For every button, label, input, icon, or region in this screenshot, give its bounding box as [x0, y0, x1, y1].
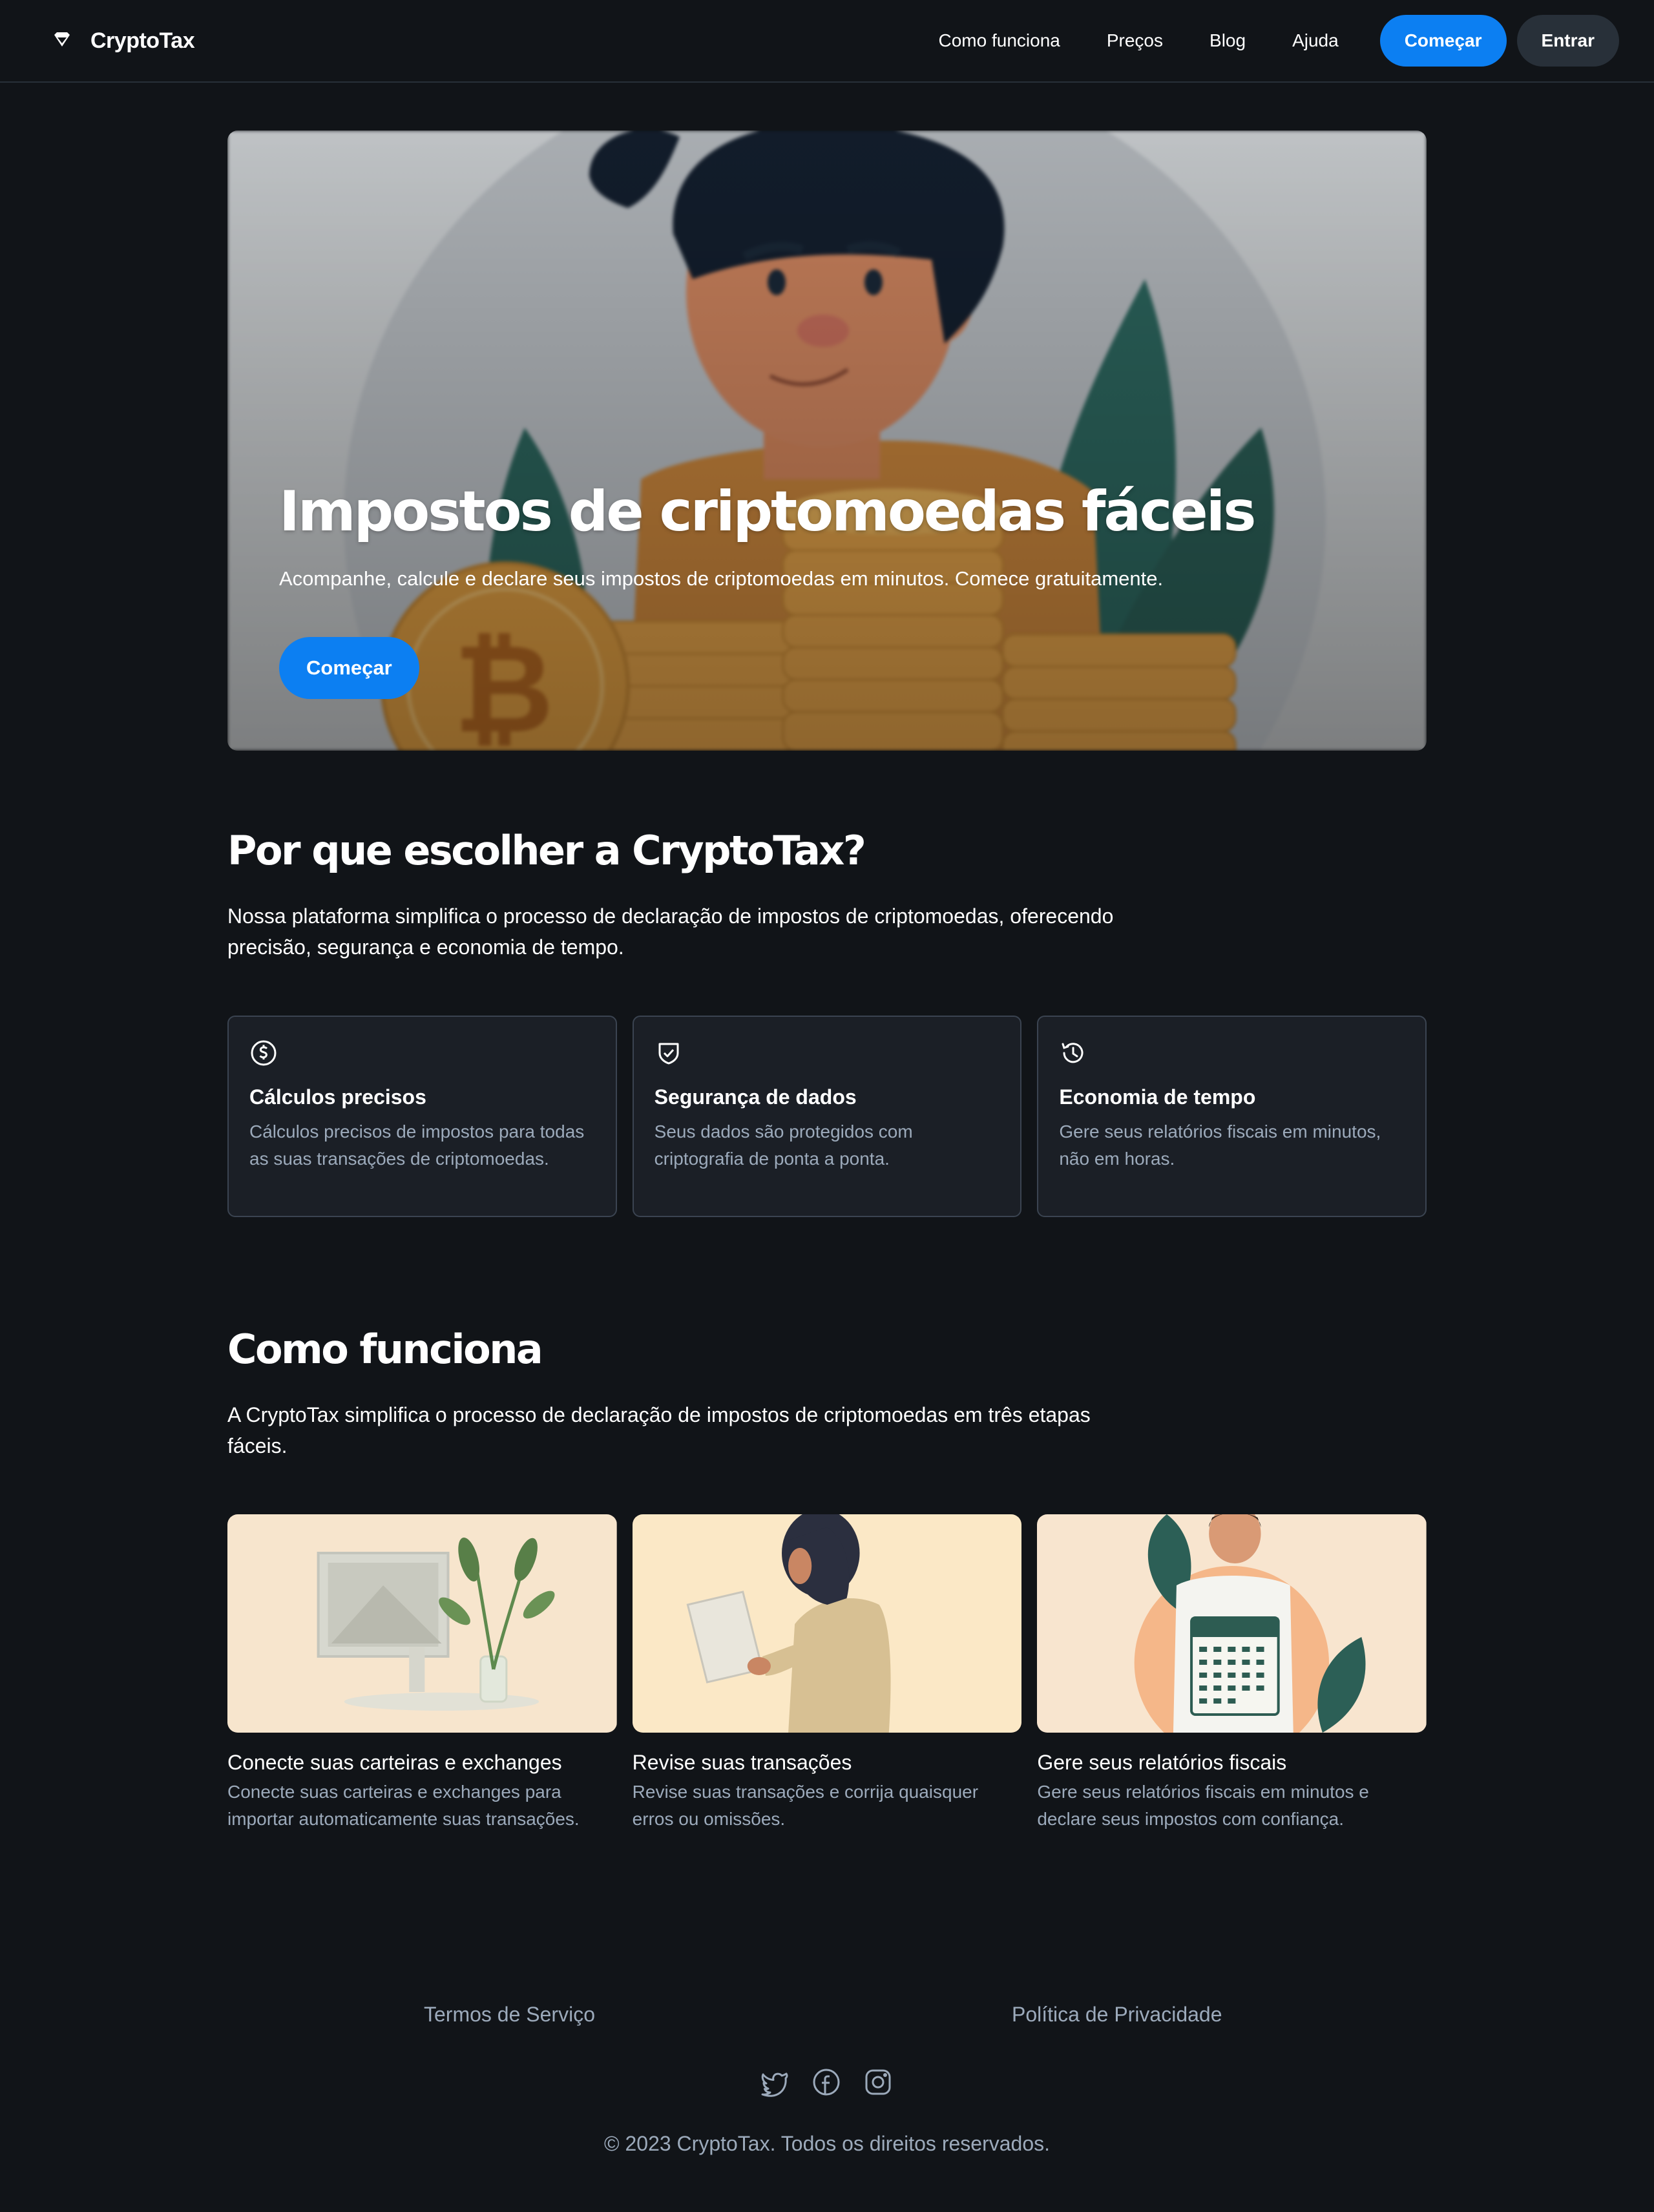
copyright: © 2023 CryptoTax. Todos os direitos rese… [604, 2132, 1050, 2155]
step-desc: Gere seus relatórios fiscais em minutos … [1037, 1782, 1369, 1829]
step-title: Revise suas transações [632, 1751, 852, 1774]
twitter-icon[interactable] [760, 2067, 790, 2097]
feature-cards: Cálculos precisos Cálculos precisos de i… [227, 1016, 1427, 1217]
hero-banner: ₿ Impostos de criptomoedas fáceis Acompa… [227, 130, 1427, 751]
diamond-logo-icon [52, 29, 72, 53]
nav-link-how-it-works[interactable]: Como funciona [939, 30, 1060, 51]
dollar-circle-icon [249, 1039, 278, 1067]
login-button[interactable]: Entrar [1516, 15, 1619, 67]
instagram-icon[interactable] [863, 2067, 893, 2097]
feature-title: Economia de tempo [1059, 1085, 1256, 1109]
computer-plant-illustration [227, 1514, 617, 1733]
top-nav-bar: CryptoTax Como funciona Preços Blog Ajud… [0, 0, 1654, 83]
how-section-text: A CryptoTax simplifica o processo de dec… [227, 1403, 1091, 1457]
nav-link-help[interactable]: Ajuda [1292, 30, 1339, 51]
shield-check-icon [654, 1039, 683, 1067]
feature-title: Cálculos precisos [249, 1085, 426, 1109]
feature-desc: Seus dados são protegidos com criptograf… [654, 1122, 913, 1169]
start-button[interactable]: Começar [1379, 15, 1507, 67]
step-generate: Gere seus relatórios fiscais Gere seus r… [1037, 1514, 1427, 1833]
step-desc: Revise suas transações e corrija quaisqu… [632, 1782, 979, 1829]
feature-card-time: Economia de tempo Gere seus relatórios f… [1037, 1016, 1427, 1217]
how-section-title: Como funciona [227, 1326, 543, 1373]
woman-reading-illustration [632, 1514, 1022, 1733]
main-nav: Como funciona Preços Blog Ajuda Começar … [939, 15, 1619, 67]
why-section-title: Por que escolher a CryptoTax? [227, 827, 866, 874]
feature-card-security: Segurança de dados Seus dados são proteg… [632, 1016, 1022, 1217]
step-title: Conecte suas carteiras e exchanges [227, 1751, 562, 1774]
brand[interactable]: CryptoTax [52, 28, 195, 54]
feature-title: Segurança de dados [654, 1085, 857, 1109]
step-desc: Conecte suas carteiras e exchanges para … [227, 1782, 580, 1829]
nav-link-pricing[interactable]: Preços [1107, 30, 1163, 51]
step-title: Gere seus relatórios fiscais [1037, 1751, 1287, 1774]
how-it-works-steps: Conecte suas carteiras e exchanges Conec… [227, 1514, 1427, 1833]
feature-desc: Cálculos precisos de impostos para todas… [249, 1122, 585, 1169]
privacy-link[interactable]: Política de Privacidade [1012, 2003, 1222, 2027]
brand-name: CryptoTax [90, 28, 195, 53]
clock-history-icon [1059, 1039, 1087, 1067]
facebook-icon[interactable] [811, 2067, 841, 2097]
why-section-text: Nossa plataforma simplifica o processo d… [227, 904, 1114, 959]
feature-desc: Gere seus relatórios fiscais em minutos,… [1059, 1122, 1381, 1169]
man-calendar-illustration [1037, 1514, 1427, 1733]
step-review: Revise suas transações Revise suas trans… [632, 1514, 1022, 1833]
step-connect: Conecte suas carteiras e exchanges Conec… [227, 1514, 617, 1833]
hero-start-button[interactable]: Começar [279, 637, 419, 699]
terms-link[interactable]: Termos de Serviço [424, 2003, 595, 2027]
nav-link-blog[interactable]: Blog [1209, 30, 1246, 51]
social-links [760, 2067, 893, 2097]
feature-card-accuracy: Cálculos precisos Cálculos precisos de i… [227, 1016, 617, 1217]
hero-title: Impostos de criptomoedas fáceis [279, 479, 1256, 544]
hero-subtitle: Acompanhe, calcule e declare seus impost… [279, 567, 1164, 590]
